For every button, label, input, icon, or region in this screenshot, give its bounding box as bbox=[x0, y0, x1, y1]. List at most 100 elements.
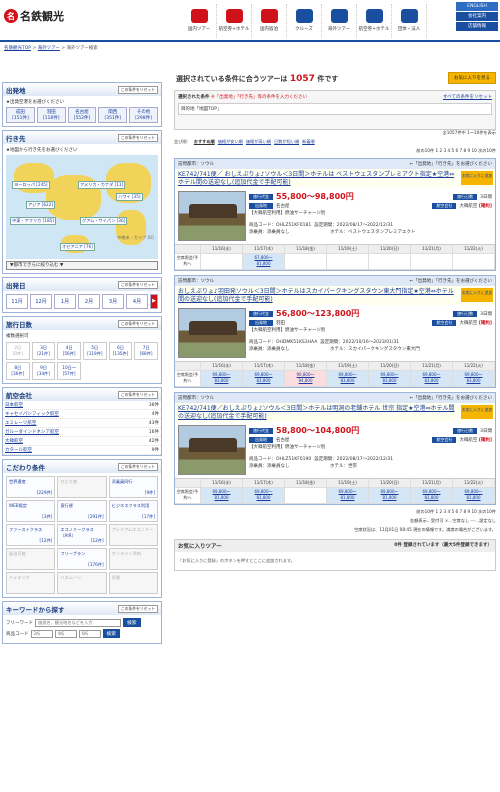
freeword-input[interactable] bbox=[35, 618, 121, 627]
keyword-reset-button[interactable]: この条件をリセット bbox=[117, 604, 158, 613]
header-link[interactable]: ENGLISH bbox=[456, 2, 498, 11]
days-option[interactable]: 6日 [135件] bbox=[108, 342, 133, 360]
kodawari-option[interactable]: ひとり旅 bbox=[57, 476, 107, 498]
airline-row[interactable]: ガルーダインドネシア航空 16件 bbox=[3, 428, 161, 437]
depart-reset-button[interactable]: この条件をリセット bbox=[117, 85, 158, 94]
cal-cell[interactable]: 69,800〜 81,800 bbox=[453, 488, 495, 504]
tour-title[interactable]: おしえぷりょ♪羽田発ソウル＜3日間＞ホテルはスカイパークキングスタウン東大門指定… bbox=[175, 286, 495, 305]
days-option[interactable]: 2日 [0件] bbox=[6, 342, 30, 360]
kodawari-option[interactable]: エコノミークラス（AIR） [12件] bbox=[57, 524, 107, 546]
month-button[interactable]: 12月 bbox=[30, 294, 52, 309]
next-month-icon[interactable]: ▶ bbox=[150, 294, 158, 309]
sort-option[interactable]: おすすめ順 bbox=[194, 139, 215, 144]
city-select[interactable]: ▼都市できらに絞り込む ▼ bbox=[6, 261, 158, 270]
days-option[interactable]: 5日 [119件] bbox=[82, 342, 107, 360]
gnav-item[interactable]: クルーズ bbox=[287, 4, 322, 38]
add-favorite-button[interactable]: お気に入りに追加 bbox=[461, 171, 493, 185]
kodawari-option[interactable]: 早割 bbox=[108, 572, 158, 594]
sort-option[interactable]: 価格が安い順 bbox=[218, 139, 243, 144]
cal-cell[interactable]: 69,800〜 83,800 bbox=[327, 371, 369, 387]
month-button[interactable]: 1月 bbox=[54, 294, 76, 309]
kodawari-option[interactable]: 延泊可能 bbox=[6, 548, 56, 570]
kodawari-option[interactable]: プレミアムエコノミー bbox=[108, 524, 158, 546]
cal-cell[interactable]: 69,800〜 83,800 bbox=[411, 371, 453, 387]
code-input-2[interactable] bbox=[54, 629, 77, 638]
date-reset-button[interactable]: この条件をリセット bbox=[117, 280, 158, 289]
region-label[interactable]: アジア [622] bbox=[26, 201, 55, 209]
code-input-1[interactable] bbox=[30, 629, 53, 638]
kodawari-reset-button[interactable]: この条件をリセット bbox=[117, 462, 158, 471]
cal-cell[interactable]: 69,800〜 81,800 bbox=[327, 488, 369, 504]
region-label[interactable]: グアム・サイパン [36] bbox=[80, 217, 128, 225]
days-option[interactable]: 9日 [34件] bbox=[31, 362, 56, 380]
gnav-item[interactable]: 団体・法人 bbox=[392, 4, 427, 38]
days-option[interactable]: 8日 [36件] bbox=[6, 362, 30, 380]
airline-name[interactable]: カタール航空 bbox=[5, 447, 32, 453]
tour-title[interactable]: KE742/741便／おしえぷりょ♪ソウル＜3日間＞ホテルは明洞の老舗ホテル 世… bbox=[175, 403, 495, 422]
depart-option[interactable]: 羽田 [118件] bbox=[36, 107, 66, 123]
month-button[interactable]: 4月 bbox=[126, 294, 148, 309]
kodawari-option[interactable]: オンライン予約 bbox=[108, 548, 158, 570]
region-label[interactable]: 中南米・カリブ [0] bbox=[116, 235, 155, 241]
airline-row[interactable]: 大韓航空 42件 bbox=[3, 437, 161, 446]
kodawari-option[interactable]: ビジネスクラス利用 [17件] bbox=[108, 500, 158, 522]
kodawari-option[interactable]: フリープラン [176件] bbox=[57, 548, 107, 570]
code-input-3[interactable] bbox=[78, 629, 101, 638]
days-option[interactable]: 7日 [68件] bbox=[134, 342, 158, 360]
freeword-search-button[interactable]: 検索 bbox=[123, 618, 141, 627]
region-label[interactable]: ハワイ [35] bbox=[116, 193, 143, 201]
sort-option[interactable]: 新着順 bbox=[302, 139, 315, 144]
month-button[interactable]: 3月 bbox=[102, 294, 124, 309]
kodawari-option[interactable]: 直行便 [291件] bbox=[57, 500, 107, 522]
airline-name[interactable]: エミレーツ航空 bbox=[5, 420, 36, 426]
breadcrumb-home[interactable]: 名鉄観光TOP bbox=[4, 46, 31, 51]
airline-row[interactable]: 日本航空 36件 bbox=[3, 401, 161, 410]
airline-name[interactable]: 日本航空 bbox=[5, 402, 23, 408]
reset-all-link[interactable]: すべての条件をリセット bbox=[443, 94, 492, 100]
tour-title[interactable]: KE742/741便／ おしえぷりょ♪ソウル＜3日間＞ホテルは ベストウェスタン… bbox=[175, 169, 495, 188]
code-search-button[interactable]: 検索 bbox=[102, 629, 121, 638]
cal-cell[interactable]: 69,800〜 81,800 bbox=[369, 488, 411, 504]
kodawari-option[interactable]: 世界遺産 [229件] bbox=[6, 476, 56, 498]
sort-option[interactable]: 日数が短い順 bbox=[274, 139, 299, 144]
cal-cell[interactable]: 90,800〜 94,800 bbox=[285, 371, 327, 387]
days-option[interactable]: 4日 [56件] bbox=[57, 342, 81, 360]
brand-logo[interactable]: 名 名鉄観光 bbox=[4, 8, 64, 24]
airline-row[interactable]: エミレーツ航空 43件 bbox=[3, 419, 161, 428]
kodawari-option[interactable]: ファーストクラス [12件] bbox=[6, 524, 56, 546]
pager-links-bottom[interactable]: 前の10件 1 2 3 4 5 6 7 8 9 10 次の10件 bbox=[174, 509, 496, 515]
cal-cell[interactable]: 69,800〜 81,800 bbox=[243, 488, 285, 504]
cal-cell[interactable]: 69,800〜 83,800 bbox=[453, 371, 495, 387]
gnav-item[interactable]: 国内宿泊 bbox=[252, 4, 287, 38]
cal-cell[interactable]: 69,800〜 83,800 bbox=[369, 371, 411, 387]
cal-cell[interactable]: 69,800〜 83,800 bbox=[243, 371, 285, 387]
month-button[interactable]: 11月 bbox=[6, 294, 28, 309]
cal-cell[interactable]: 67,800〜 81,800 bbox=[243, 254, 285, 270]
airline-name[interactable]: 大韓航空 bbox=[5, 438, 23, 444]
kodawari-option[interactable]: ハイキング bbox=[6, 572, 56, 594]
cal-cell[interactable]: 69,800〜 81,800 bbox=[411, 488, 453, 504]
view-favorites-button[interactable]: お気に入りを見る bbox=[448, 72, 496, 84]
airline-row[interactable]: キャセイパシフィック航空 4件 bbox=[3, 410, 161, 419]
kodawari-option[interactable]: ハネムーン bbox=[57, 572, 107, 594]
add-favorite-button[interactable]: お気に入りに追加 bbox=[461, 405, 493, 419]
days-option[interactable]: 10日〜 [57件] bbox=[57, 362, 81, 380]
gnav-item[interactable]: 海外ツアー bbox=[322, 4, 357, 38]
gnav-item[interactable]: 航空券+ホテル bbox=[217, 4, 252, 38]
region-label[interactable]: ヨーロッパ [245] bbox=[12, 181, 50, 189]
airline-name[interactable]: キャセイパシフィック航空 bbox=[5, 411, 59, 417]
region-label[interactable]: 中東・アフリカ [185] bbox=[10, 217, 56, 225]
pager-links[interactable]: 前の10件 1 2 3 4 5 6 7 8 9 10 次の10件 bbox=[174, 148, 496, 154]
air-reset-button[interactable]: この条件をリセット bbox=[117, 390, 158, 399]
days-option[interactable]: 3日 [21件] bbox=[31, 342, 56, 360]
dest-reset-button[interactable]: この条件をリセット bbox=[117, 133, 158, 142]
gnav-item[interactable]: 航空券+ホテル bbox=[357, 4, 392, 38]
airline-row[interactable]: カタール航空 9件 bbox=[3, 446, 161, 455]
depart-option[interactable]: その他 [298件] bbox=[129, 107, 158, 123]
sort-option[interactable]: 価格が高い順 bbox=[246, 139, 271, 144]
cal-cell[interactable]: 69,800〜 83,800 bbox=[201, 371, 243, 387]
kodawari-option[interactable]: 添乗員同行 [9件] bbox=[108, 476, 158, 498]
days-reset-button[interactable]: この条件をリセット bbox=[117, 319, 158, 328]
breadcrumb-section[interactable]: 海外ツアー bbox=[38, 46, 60, 51]
depart-option[interactable]: 成田 [151件] bbox=[6, 107, 35, 123]
